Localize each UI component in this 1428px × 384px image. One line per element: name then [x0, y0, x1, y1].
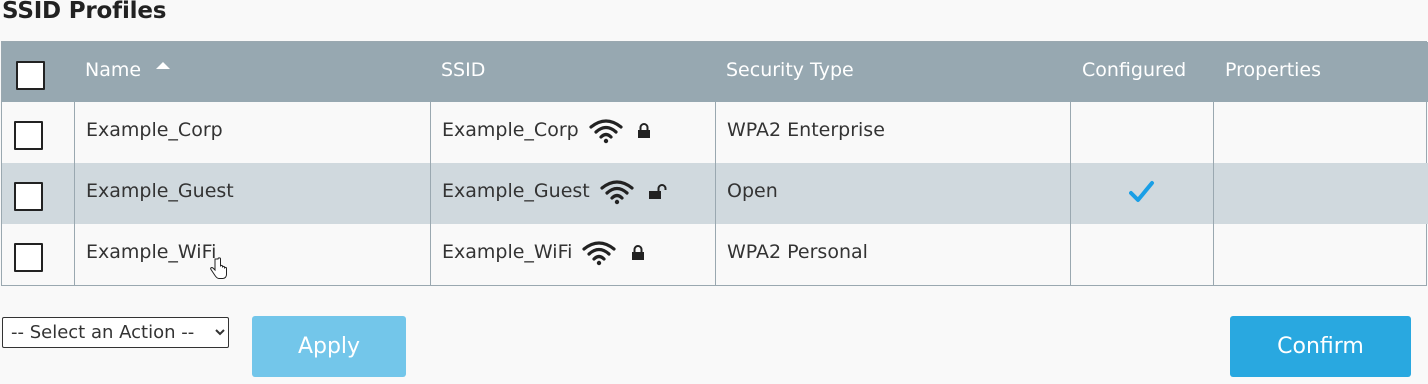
lock-closed-icon — [637, 122, 650, 138]
action-select[interactable]: -- Select an Action -- — [2, 317, 229, 348]
ssid-value: Example_Corp — [442, 119, 579, 141]
profile-name[interactable]: Example_Guest — [86, 163, 234, 224]
wifi-signal-icon — [600, 179, 634, 204]
table-header: Name SSID Security Type Configured Prope… — [2, 42, 1428, 102]
ssid-profiles-table: Name SSID Security Type Configured Prope… — [1, 41, 1428, 286]
column-header-security-type[interactable]: Security Type — [726, 42, 854, 102]
row-checkbox[interactable] — [14, 182, 43, 211]
row-checkbox[interactable] — [14, 121, 43, 150]
lock-closed-icon — [631, 244, 644, 260]
column-divider — [1213, 102, 1214, 286]
column-header-ssid[interactable]: SSID — [441, 42, 485, 102]
column-header-properties[interactable]: Properties — [1225, 42, 1321, 102]
column-divider — [1070, 102, 1071, 286]
security-type: WPA2 Personal — [727, 241, 868, 263]
ssid-cell: Example_Corp — [442, 102, 651, 163]
profile-name[interactable]: Example_Corp — [86, 102, 223, 163]
wifi-signal-icon — [582, 240, 617, 265]
profile-name[interactable]: Example_WiFi — [86, 224, 216, 285]
column-header-name[interactable]: Name — [85, 42, 141, 102]
checkmark-icon — [1129, 181, 1154, 202]
row-checkbox[interactable] — [14, 243, 43, 272]
hand-cursor-icon — [210, 257, 227, 279]
select-all-checkbox[interactable] — [16, 61, 45, 90]
column-divider — [430, 102, 431, 286]
column-header-configured[interactable]: Configured — [1082, 42, 1186, 102]
ssid-cell: Example_WiFi — [442, 224, 645, 285]
column-divider — [74, 102, 75, 286]
security-type: WPA2 Enterprise — [727, 119, 885, 141]
confirm-button[interactable]: Confirm — [1230, 316, 1411, 377]
ssid-value: Example_WiFi — [442, 241, 573, 263]
ssid-value: Example_Guest — [442, 180, 590, 202]
column-divider — [715, 102, 716, 286]
sort-ascending-icon[interactable] — [156, 62, 170, 69]
wifi-signal-icon — [589, 118, 623, 143]
page-title: SSID Profiles — [2, 0, 167, 24]
ssid-cell: Example_Guest — [442, 163, 668, 224]
apply-button[interactable]: Apply — [252, 316, 406, 377]
security-type: Open — [727, 180, 778, 202]
lock-open-icon — [648, 183, 667, 199]
